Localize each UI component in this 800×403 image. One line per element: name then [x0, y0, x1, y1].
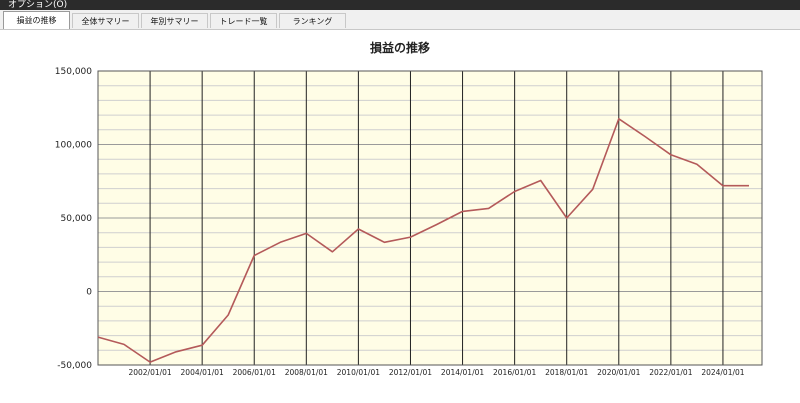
tab-overall-summary[interactable]: 全体サマリー [72, 13, 139, 28]
tab-ranking[interactable]: ランキング [279, 13, 346, 28]
tab-strip: 損益の推移 全体サマリー 年別サマリー トレード一覧 ランキング [0, 10, 800, 30]
x-tick-label: 2004/01/01 [181, 368, 224, 377]
x-tick-label: 2018/01/01 [545, 368, 588, 377]
y-tick-label: 100,000 [55, 141, 92, 151]
menu-bar: オプション(O) [0, 0, 800, 10]
x-tick-label: 2006/01/01 [233, 368, 276, 377]
tab-trade-list[interactable]: トレード一覧 [210, 13, 277, 28]
tab-profit-trend[interactable]: 損益の推移 [3, 11, 70, 29]
x-tick-label: 2002/01/01 [128, 368, 171, 377]
x-tick-label: 2012/01/01 [389, 368, 432, 377]
y-tick-label: 0 [86, 288, 92, 298]
x-tick-label: 2010/01/01 [337, 368, 380, 377]
chart-panel: 損益の推移 150,000 100,000 50,000 0 -50,000 2002/0… [0, 30, 800, 403]
chart-title: 損益の推移 [370, 40, 430, 55]
x-tick-label: 2008/01/01 [285, 368, 328, 377]
x-tick-label: 2022/01/01 [649, 368, 692, 377]
y-tick-label: 50,000 [61, 214, 93, 224]
profit-chart: 損益の推移 150,000 100,000 50,000 0 -50,000 2002/0… [55, 40, 763, 377]
y-tick-label: -50,000 [57, 361, 92, 371]
x-tick-label: 2016/01/01 [493, 368, 536, 377]
options-menu[interactable]: オプション(O) [8, 0, 67, 10]
tab-yearly-summary[interactable]: 年別サマリー [141, 13, 208, 28]
x-tick-label: 2024/01/01 [701, 368, 744, 377]
x-tick-label: 2014/01/01 [441, 368, 484, 377]
y-tick-label: 150,000 [55, 67, 92, 77]
x-tick-label: 2020/01/01 [597, 368, 640, 377]
